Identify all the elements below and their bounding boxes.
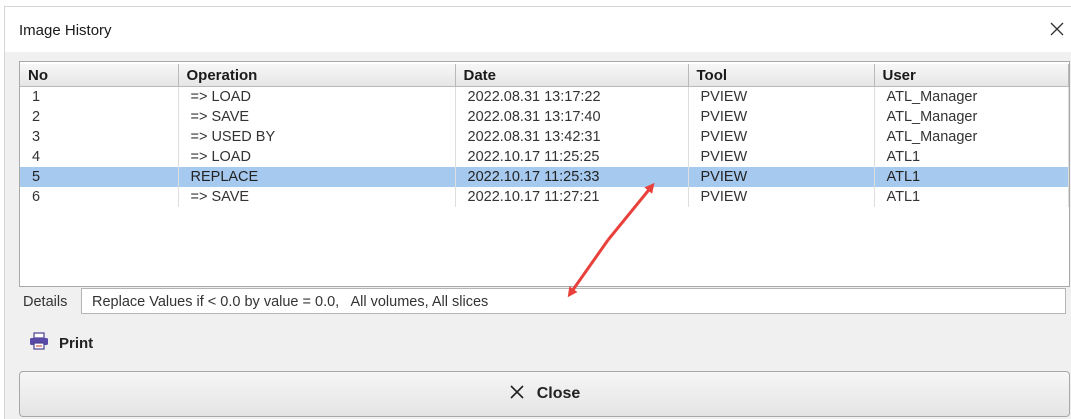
cell-operation: REPLACE: [178, 167, 456, 187]
cell-date: 2022.10.17 11:27:21: [455, 187, 689, 207]
column-header-user[interactable]: User: [874, 64, 1069, 87]
cell-date: 2022.08.31 13:17:40: [455, 107, 689, 127]
cell-tool: PVIEW: [688, 147, 875, 167]
cell-tool: PVIEW: [688, 127, 875, 147]
cell-operation: => USED BY: [178, 127, 456, 147]
cell-operation: => SAVE: [178, 107, 456, 127]
column-header-date[interactable]: Date: [455, 64, 689, 87]
cell-no: 4: [20, 147, 179, 167]
details-row: Details Replace Values if < 0.0 by value…: [19, 288, 1070, 316]
cell-user: ATL1: [874, 187, 1069, 207]
table-row[interactable]: 1 => LOAD 2022.08.31 13:17:22 PVIEW ATL_…: [20, 86, 1069, 107]
cell-date: 2022.08.31 13:42:31: [455, 127, 689, 147]
table-header: No Operation Date Tool User: [20, 64, 1069, 87]
image-history-dialog: Image History No Operation Date Tool Use…: [4, 6, 1071, 419]
print-label: Print: [59, 334, 94, 352]
cell-tool: PVIEW: [688, 167, 875, 187]
cell-date: 2022.08.31 13:17:22: [455, 86, 689, 107]
cell-user: ATL1: [874, 167, 1069, 187]
column-header-operation[interactable]: Operation: [178, 64, 456, 87]
cell-no: 5: [20, 167, 179, 187]
table-row[interactable]: 4 => LOAD 2022.10.17 11:25:25 PVIEW ATL1: [20, 147, 1069, 167]
cell-operation: => LOAD: [178, 86, 456, 107]
cell-user: ATL1: [874, 147, 1069, 167]
window-title: Image History: [19, 22, 112, 39]
details-label: Details: [23, 294, 68, 310]
cell-date: 2022.10.17 11:25:33: [455, 167, 689, 187]
x-icon: [509, 384, 525, 405]
table-row[interactable]: 6 => SAVE 2022.10.17 11:27:21 PVIEW ATL1: [20, 187, 1069, 207]
cell-no: 6: [20, 187, 179, 207]
printer-icon: [29, 331, 49, 355]
history-table: No Operation Date Tool User 1 => LOAD 20…: [19, 61, 1070, 287]
cell-no: 2: [20, 107, 179, 127]
cell-date: 2022.10.17 11:25:25: [455, 147, 689, 167]
title-bar: Image History: [5, 7, 1071, 52]
cell-operation: => SAVE: [178, 187, 456, 207]
cell-tool: PVIEW: [688, 187, 875, 207]
details-field[interactable]: Replace Values if < 0.0 by value = 0.0, …: [81, 288, 1066, 314]
cell-tool: PVIEW: [688, 107, 875, 127]
table-row-selected[interactable]: 5 REPLACE 2022.10.17 11:25:33 PVIEW ATL1: [20, 167, 1069, 187]
table-row[interactable]: 2 => SAVE 2022.08.31 13:17:40 PVIEW ATL_…: [20, 107, 1069, 127]
close-button-label: Close: [536, 385, 581, 402]
table-row[interactable]: 3 => USED BY 2022.08.31 13:42:31 PVIEW A…: [20, 127, 1069, 147]
close-button[interactable]: Close: [19, 371, 1070, 417]
cell-user: ATL_Manager: [874, 86, 1069, 107]
cell-no: 3: [20, 127, 179, 147]
cell-user: ATL_Manager: [874, 127, 1069, 147]
column-header-tool[interactable]: Tool: [688, 64, 875, 87]
column-header-no[interactable]: No: [20, 64, 179, 87]
close-icon[interactable]: [1043, 15, 1071, 43]
print-button[interactable]: Print: [29, 331, 94, 355]
cell-tool: PVIEW: [688, 86, 875, 107]
cell-no: 1: [20, 86, 179, 107]
cell-operation: => LOAD: [178, 147, 456, 167]
cell-user: ATL_Manager: [874, 107, 1069, 127]
